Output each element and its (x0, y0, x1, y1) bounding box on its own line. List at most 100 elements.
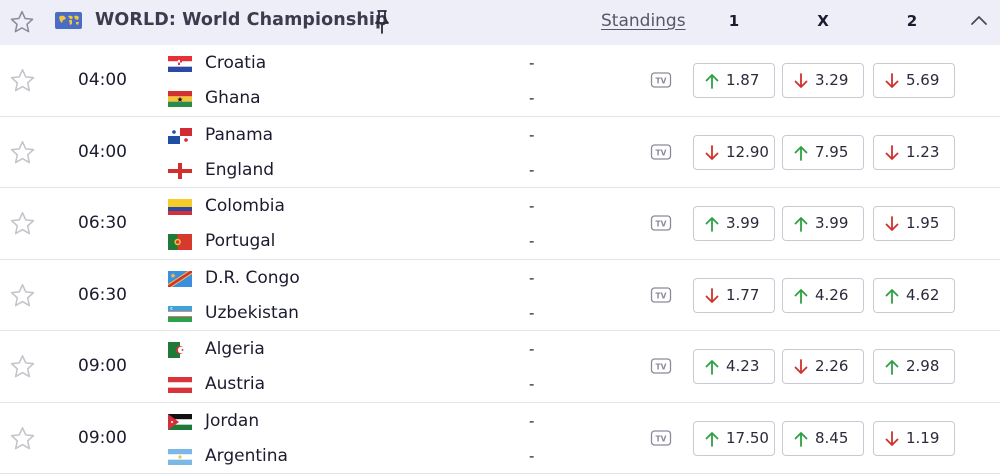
odds-column-2: 2 (906, 12, 918, 30)
svg-text:TV: TV (656, 434, 667, 443)
odds-draw-button[interactable]: 4.26 (782, 277, 864, 313)
england-flag-icon (168, 162, 192, 179)
tv-icon[interactable]: TV (650, 143, 672, 161)
dr-congo-flag-icon (168, 270, 192, 287)
star-outline-icon[interactable] (9, 282, 36, 309)
odds-value: 8.45 (815, 428, 849, 447)
match-time: 06:30 (78, 213, 127, 233)
score-home: - (529, 125, 535, 144)
match-time: 04:00 (78, 141, 127, 162)
svg-text:TV: TV (656, 363, 667, 372)
star-outline-icon[interactable] (9, 9, 35, 35)
argentina-flag-icon (168, 448, 192, 465)
odds-value: 1.77 (726, 285, 760, 304)
arrow-up-icon (704, 358, 720, 376)
standings-link[interactable]: Standings (601, 11, 686, 31)
score-away: - (529, 303, 535, 322)
arrow-up-icon (884, 358, 900, 376)
odds-away-button[interactable]: 4.62 (873, 277, 955, 313)
team-name: Croatia (205, 53, 267, 73)
odds-value: 4.26 (815, 285, 849, 304)
odds-home-button[interactable]: 4.23 (693, 349, 775, 384)
league-header: WORLD: World Championship Standings 1 X … (0, 0, 1000, 45)
odds-value: 12.90 (726, 142, 769, 161)
odds-home-button[interactable]: 17.50 (693, 420, 775, 456)
arrow-down-icon (793, 358, 809, 376)
team-name: Austria (205, 374, 266, 394)
odds-value: 2.26 (815, 357, 849, 375)
odds-value: 1.95 (906, 214, 940, 232)
star-outline-icon[interactable] (9, 67, 36, 94)
odds-home-button[interactable]: 1.77 (693, 277, 775, 313)
tv-icon[interactable]: TV (650, 429, 672, 447)
match-row[interactable]: 06:30 Colombia - Portugal - TV 3.99 3.99 1.95 (0, 188, 1000, 260)
panama-flag-icon (168, 127, 192, 144)
odds-away-button[interactable]: 5.69 (873, 63, 955, 98)
odds-home-button[interactable]: 3.99 (693, 206, 775, 241)
odds-away-button[interactable]: 1.19 (873, 420, 955, 456)
jordan-flag-icon (168, 413, 192, 430)
arrow-up-icon (793, 215, 809, 233)
score-home: - (529, 197, 535, 215)
team-name: Uzbekistan (205, 302, 299, 323)
odds-draw-button[interactable]: 2.26 (782, 349, 864, 384)
star-outline-icon[interactable] (9, 139, 36, 166)
odds-draw-button[interactable]: 3.99 (782, 206, 864, 241)
odds-away-button[interactable]: 2.98 (873, 349, 955, 384)
odds-home-button[interactable]: 12.90 (693, 134, 775, 170)
star-outline-icon[interactable] (9, 353, 36, 380)
odds-draw-button[interactable]: 8.45 (782, 420, 864, 456)
match-time: 04:00 (78, 70, 127, 90)
svg-text:TV: TV (656, 148, 667, 157)
team-name: D.R. Congo (205, 267, 300, 288)
odds-draw-button[interactable]: 3.29 (782, 63, 864, 98)
arrow-up-icon (704, 72, 720, 90)
team-name: Portugal (205, 231, 276, 251)
match-time: 06:30 (78, 284, 127, 305)
score-away: - (529, 89, 535, 107)
arrow-up-icon (704, 430, 720, 448)
odds-draw-button[interactable]: 7.95 (782, 134, 864, 170)
arrow-down-icon (884, 72, 900, 90)
arrow-up-icon (793, 287, 809, 305)
tv-icon[interactable]: TV (650, 357, 672, 375)
arrow-down-icon (793, 72, 809, 90)
match-list: 04:00 Croatia - Ghana - TV 1.87 3.29 5.69 04:00 Pa… (0, 45, 1000, 474)
match-row[interactable]: 06:30 D.R. Congo - Uzbekistan - TV 1.77 4.26 4.6… (0, 260, 1000, 331)
tv-icon[interactable]: TV (650, 286, 672, 304)
star-outline-icon[interactable] (9, 425, 36, 452)
team-name: Jordan (205, 410, 260, 431)
match-row[interactable]: 09:00 Jordan - Argentina - TV 17.50 8.45 1.19 (0, 403, 1000, 474)
odds-value: 1.19 (906, 428, 940, 447)
odds-value: 5.69 (906, 71, 940, 89)
league-title[interactable]: WORLD: World Championship (95, 10, 388, 30)
svg-text:TV: TV (656, 220, 667, 229)
score-away: - (529, 232, 535, 250)
team-name: Colombia (205, 196, 285, 216)
tv-icon[interactable]: TV (650, 214, 672, 232)
arrow-up-icon (704, 215, 720, 233)
odds-away-button[interactable]: 1.23 (873, 134, 955, 170)
arrow-up-icon (793, 144, 809, 162)
odds-away-button[interactable]: 1.95 (873, 206, 955, 241)
match-row[interactable]: 04:00 Croatia - Ghana - TV 1.87 3.29 5.69 (0, 45, 1000, 117)
odds-value: 4.23 (726, 357, 760, 375)
match-row[interactable]: 09:00 Algeria - Austria - TV 4.23 2.26 2.98 (0, 331, 1000, 403)
score-home: - (529, 340, 535, 358)
odds-value: 7.95 (815, 142, 849, 161)
score-home: - (529, 268, 535, 287)
odds-home-button[interactable]: 1.87 (693, 63, 775, 98)
arrow-down-icon (884, 144, 900, 162)
svg-text:TV: TV (656, 291, 667, 300)
tv-icon[interactable]: TV (650, 71, 672, 89)
match-row[interactable]: 04:00 Panama - England - TV 12.90 7.95 1.23 (0, 117, 1000, 188)
star-outline-icon[interactable] (9, 210, 36, 237)
odds-value: 3.99 (726, 214, 760, 232)
arrow-up-icon (793, 430, 809, 448)
pin-icon[interactable] (372, 8, 392, 36)
colombia-flag-icon (168, 199, 192, 215)
chevron-up-icon[interactable] (969, 13, 989, 27)
score-home: - (529, 54, 535, 72)
match-time: 09:00 (78, 356, 127, 376)
odds-value: 2.98 (906, 357, 940, 375)
